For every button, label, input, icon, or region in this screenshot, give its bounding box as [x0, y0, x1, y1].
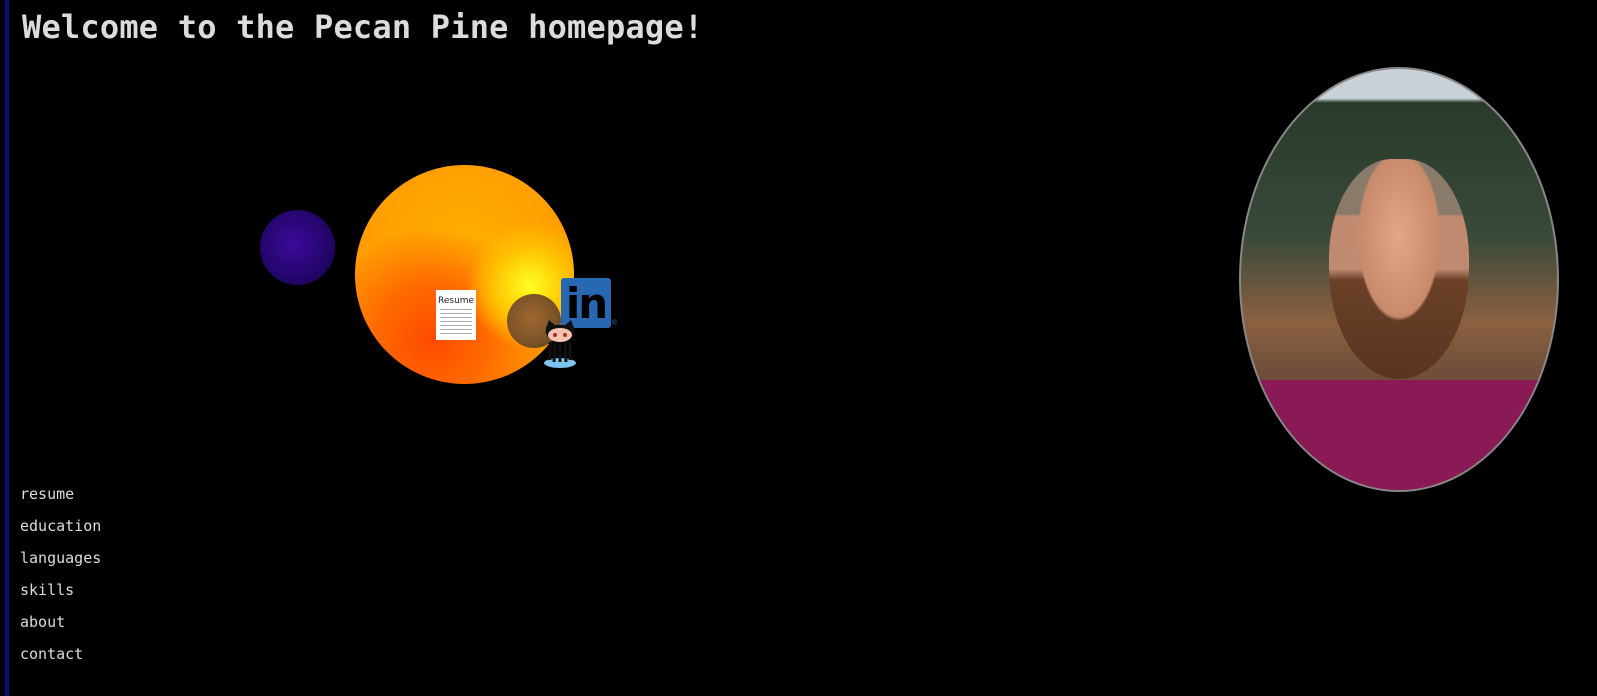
nav-about[interactable]: about: [20, 606, 101, 638]
photo-shirt: [1241, 380, 1557, 490]
resume-icon-label: Resume: [438, 296, 475, 306]
resume-icon[interactable]: Resume: [436, 290, 476, 340]
page-title: Welcome to the Pecan Pine homepage!: [22, 8, 704, 46]
profile-photo: [1239, 67, 1559, 492]
linkedin-registered-mark: ®: [612, 318, 617, 327]
nav-education[interactable]: education: [20, 510, 101, 542]
nav-skills[interactable]: skills: [20, 574, 101, 606]
main-nav: resume education languages skills about …: [20, 478, 101, 670]
photo-face: [1329, 159, 1469, 379]
left-border: [5, 0, 9, 696]
nav-contact[interactable]: contact: [20, 638, 101, 670]
nav-languages[interactable]: languages: [20, 542, 101, 574]
github-octocat-icon[interactable]: [540, 320, 580, 370]
purple-planet[interactable]: [260, 210, 335, 285]
nav-resume[interactable]: resume: [20, 478, 101, 510]
